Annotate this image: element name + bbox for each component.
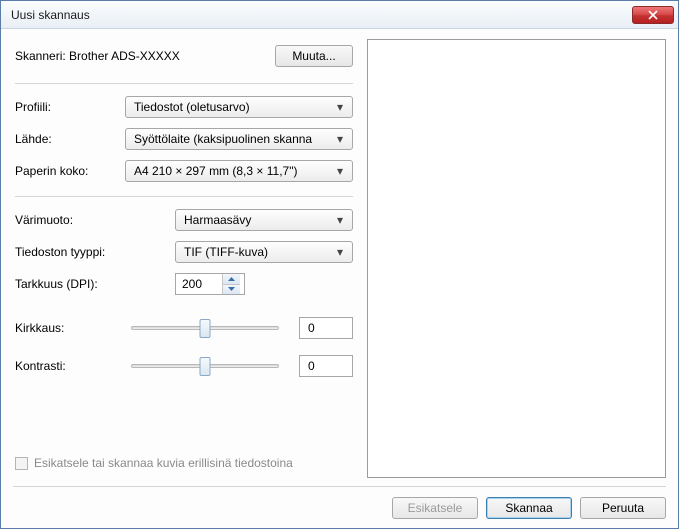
source-label: Lähde: xyxy=(15,132,125,146)
profile-value: Tiedostot (oletusarvo) xyxy=(134,100,332,114)
dpi-spin-buttons xyxy=(222,274,240,294)
content-area: Skanneri: Brother ADS-XXXXX Muuta... Pro… xyxy=(1,29,678,486)
brightness-thumb[interactable] xyxy=(200,319,211,338)
source-select[interactable]: Syöttölaite (kaksipuolinen skanna ▾ xyxy=(125,128,353,150)
paper-size-label: Paperin koko: xyxy=(15,164,125,178)
profile-label: Profiili: xyxy=(15,100,125,114)
separate-files-checkbox[interactable] xyxy=(15,457,28,470)
close-icon xyxy=(648,10,658,20)
cancel-button[interactable]: Peruuta xyxy=(580,497,666,519)
source-value: Syöttölaite (kaksipuolinen skanna xyxy=(134,132,332,146)
scanner-row: Skanneri: Brother ADS-XXXXX Muuta... xyxy=(15,45,353,67)
brightness-slider[interactable] xyxy=(125,326,285,330)
chevron-down-icon: ▾ xyxy=(332,213,348,227)
dpi-spinner[interactable] xyxy=(175,273,245,295)
scan-dialog: Uusi skannaus Skanneri: Brother ADS-XXXX… xyxy=(0,0,679,529)
dpi-input[interactable] xyxy=(176,274,222,294)
chevron-down-icon: ▾ xyxy=(332,132,348,146)
change-scanner-button[interactable]: Muuta... xyxy=(275,45,353,67)
chevron-down-icon: ▾ xyxy=(332,164,348,178)
close-button[interactable] xyxy=(632,6,674,24)
contrast-label: Kontrasti: xyxy=(15,359,125,373)
paper-size-row: Paperin koko: A4 210 × 297 mm (8,3 × 11,… xyxy=(15,160,353,182)
contrast-slider[interactable] xyxy=(125,364,285,368)
scanner-label: Skanneri: Brother ADS-XXXXX xyxy=(15,49,275,63)
source-row: Lähde: Syöttölaite (kaksipuolinen skanna… xyxy=(15,128,353,150)
settings-pane: Skanneri: Brother ADS-XXXXX Muuta... Pro… xyxy=(15,39,353,482)
file-type-select[interactable]: TIF (TIFF-kuva) ▾ xyxy=(175,241,353,263)
window-title: Uusi skannaus xyxy=(11,8,632,22)
preview-area[interactable] xyxy=(367,39,666,478)
file-type-label: Tiedoston tyyppi: xyxy=(15,245,175,259)
chevron-down-icon: ▾ xyxy=(332,100,348,114)
brightness-label: Kirkkaus: xyxy=(15,321,125,335)
file-type-value: TIF (TIFF-kuva) xyxy=(184,245,332,259)
separator xyxy=(15,83,353,84)
preview-button[interactable]: Esikatsele xyxy=(392,497,478,519)
dpi-spin-down[interactable] xyxy=(223,285,240,295)
file-type-row: Tiedoston tyyppi: TIF (TIFF-kuva) ▾ xyxy=(15,241,353,263)
separate-files-row: Esikatsele tai skannaa kuvia erillisinä … xyxy=(15,456,353,470)
separator xyxy=(15,196,353,197)
color-format-row: Värimuoto: Harmaasävy ▾ xyxy=(15,209,353,231)
color-format-select[interactable]: Harmaasävy ▾ xyxy=(175,209,353,231)
dpi-spin-up[interactable] xyxy=(223,274,240,285)
brightness-value[interactable]: 0 xyxy=(299,317,353,339)
contrast-value[interactable]: 0 xyxy=(299,355,353,377)
paper-size-value: A4 210 × 297 mm (8,3 × 11,7") xyxy=(134,164,332,178)
separate-files-label: Esikatsele tai skannaa kuvia erillisinä … xyxy=(34,456,293,470)
profile-row: Profiili: Tiedostot (oletusarvo) ▾ xyxy=(15,96,353,118)
dpi-row: Tarkkuus (DPI): xyxy=(15,273,353,295)
dpi-label: Tarkkuus (DPI): xyxy=(15,277,175,291)
profile-select[interactable]: Tiedostot (oletusarvo) ▾ xyxy=(125,96,353,118)
color-format-label: Värimuoto: xyxy=(15,213,175,227)
brightness-row: Kirkkaus: 0 xyxy=(15,317,353,339)
paper-size-select[interactable]: A4 210 × 297 mm (8,3 × 11,7") ▾ xyxy=(125,160,353,182)
color-format-value: Harmaasävy xyxy=(184,213,332,227)
dialog-footer: Esikatsele Skannaa Peruuta xyxy=(13,486,666,528)
titlebar: Uusi skannaus xyxy=(1,1,678,29)
scan-button[interactable]: Skannaa xyxy=(486,497,572,519)
contrast-row: Kontrasti: 0 xyxy=(15,355,353,377)
contrast-thumb[interactable] xyxy=(200,357,211,376)
chevron-down-icon: ▾ xyxy=(332,245,348,259)
